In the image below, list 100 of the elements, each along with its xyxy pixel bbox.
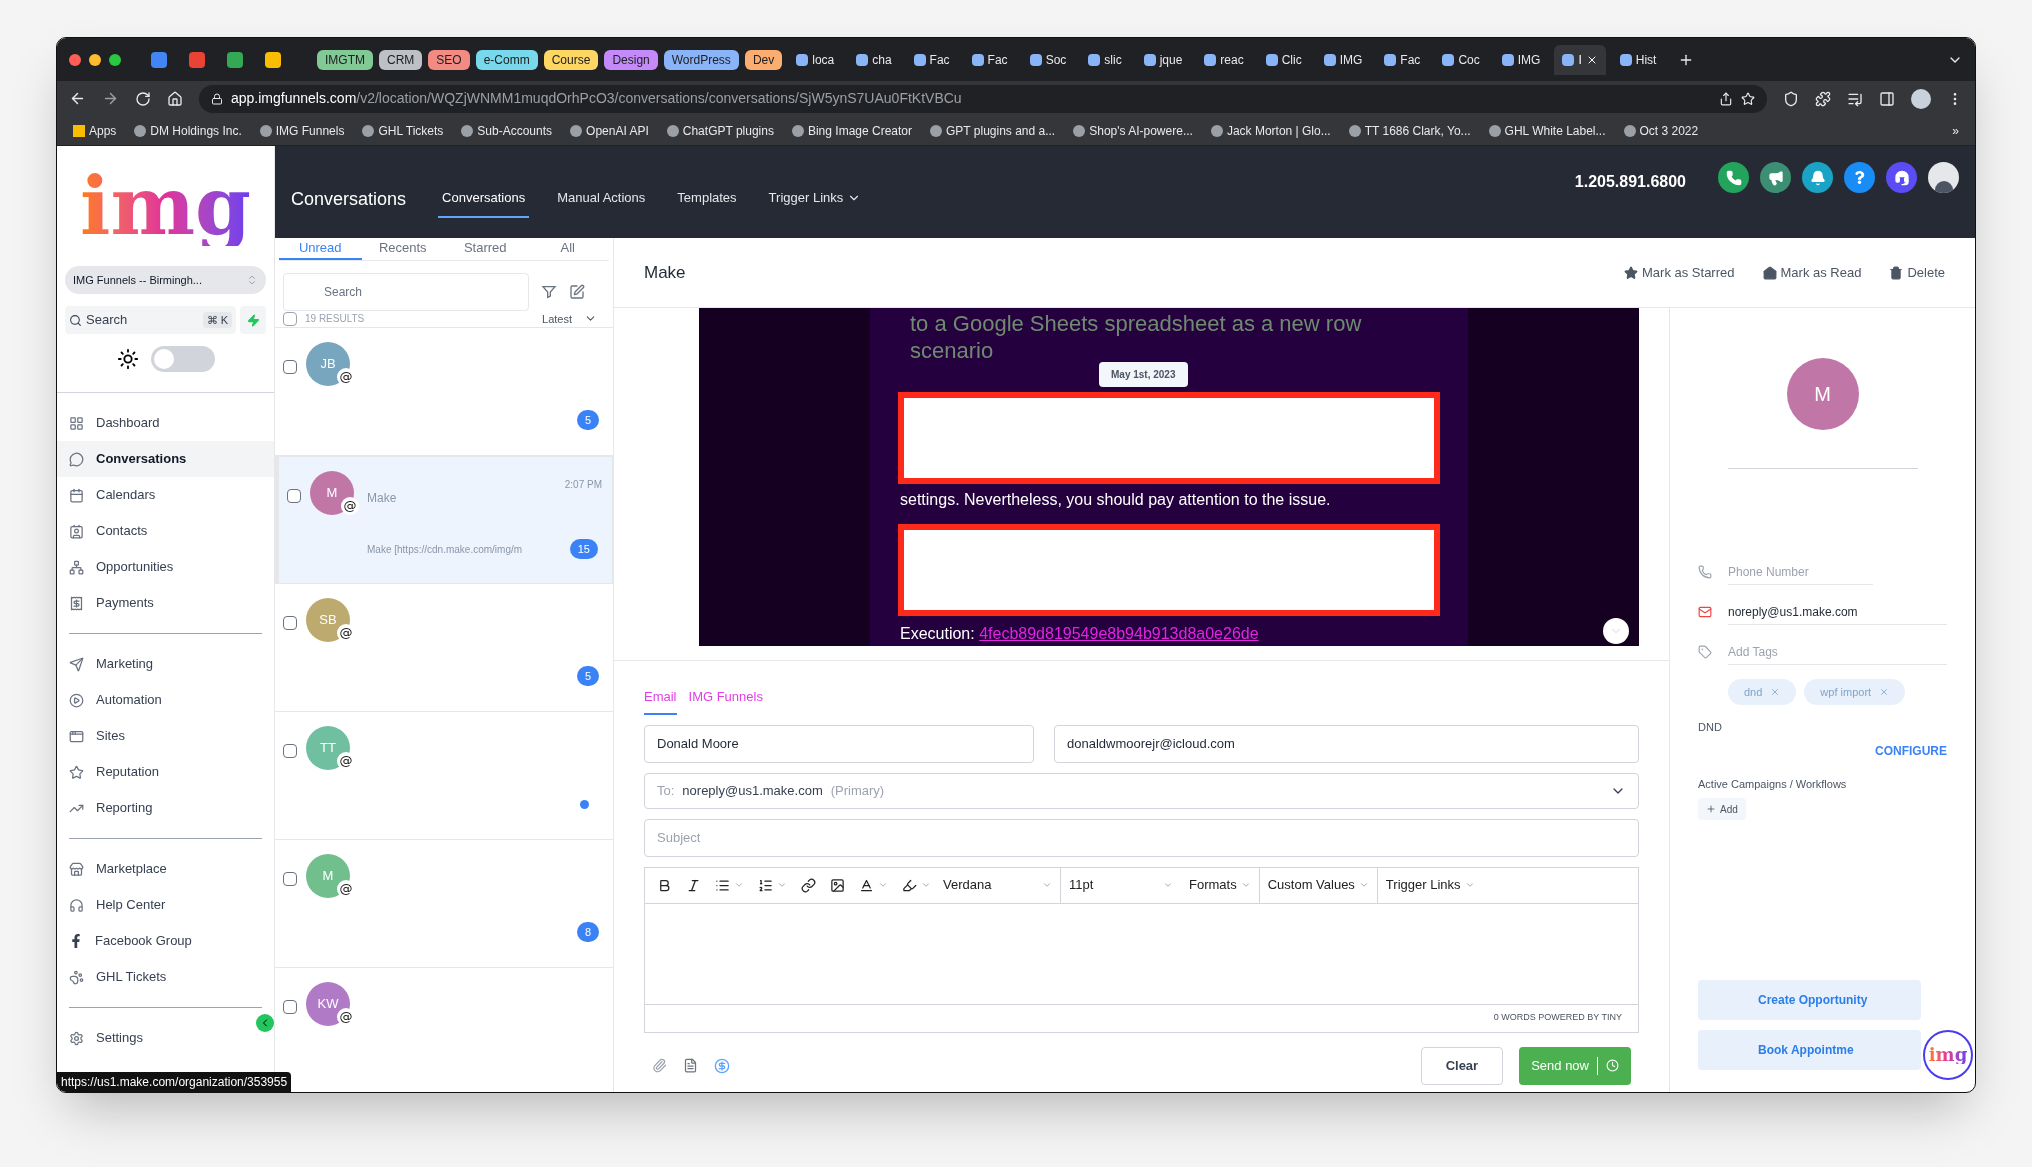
tab-group-chip[interactable]: SEO	[428, 49, 470, 70]
browser-tab[interactable]: Fac	[1376, 44, 1429, 75]
editor-menu[interactable]: Formats	[1181, 867, 1260, 903]
size-dropdown[interactable]: 11pt	[1061, 867, 1181, 903]
link-icon[interactable]	[801, 877, 816, 893]
browser-tab[interactable]: reac	[1196, 44, 1252, 75]
bullet-list-icon[interactable]	[715, 877, 730, 893]
nav-item[interactable]: GHL Tickets	[57, 959, 274, 995]
browser-tab[interactable]: jque	[1135, 44, 1191, 75]
bookmark[interactable]: Oct 3 2022	[1623, 121, 1699, 140]
paperclip-icon[interactable]	[652, 1058, 667, 1073]
header-tab[interactable]: Conversations	[438, 180, 530, 218]
checkbox[interactable]	[283, 744, 297, 758]
list-tab[interactable]: All	[526, 238, 609, 260]
font-dropdown[interactable]: Verdana	[943, 867, 1061, 903]
tab-group-chip[interactable]: Course	[543, 49, 599, 70]
browser-tab[interactable]: IMG	[1493, 44, 1549, 75]
nav-item[interactable]: Settings	[57, 1020, 274, 1056]
bookmark[interactable]: Bing Image Creator	[791, 121, 912, 140]
checkbox[interactable]	[283, 360, 297, 374]
megaphone-button[interactable]	[1760, 162, 1791, 193]
nav-item[interactable]: Reputation	[57, 754, 274, 790]
browser-tab[interactable]: Coc	[1434, 44, 1488, 75]
chat-widget-button[interactable]: img	[1923, 1030, 1973, 1080]
nav-item[interactable]: Conversations	[57, 441, 274, 477]
compose-icon[interactable]	[569, 283, 585, 300]
nav-item[interactable]: Reporting	[57, 790, 274, 826]
question-button[interactable]	[1844, 162, 1875, 193]
nav-item[interactable]: Automation	[57, 682, 274, 718]
list-tab[interactable]: Unread	[279, 238, 362, 260]
bookmark[interactable]: IMG Funnels	[259, 121, 345, 140]
sort-dropdown[interactable]: Latest	[542, 310, 597, 327]
bookmark[interactable]: Apps	[73, 121, 117, 140]
checkbox[interactable]	[283, 311, 297, 326]
italic-icon[interactable]	[686, 877, 701, 893]
home-icon[interactable]	[167, 90, 183, 107]
zoom-window-icon[interactable]	[109, 53, 121, 66]
checkbox[interactable]	[283, 872, 297, 886]
pinned-tab-icon[interactable]	[189, 51, 205, 68]
email-field[interactable]: noreply@us1.make.com	[1728, 599, 1947, 625]
bookmark[interactable]: GHL White Label...	[1488, 121, 1606, 140]
star-action[interactable]: Mark as Starred	[1624, 262, 1735, 283]
search-field[interactable]: Search	[283, 272, 529, 311]
theme-switch[interactable]	[150, 346, 215, 372]
extension-icon[interactable]	[1783, 90, 1799, 107]
delete-action[interactable]: Delete	[1889, 262, 1945, 283]
add-button[interactable]: Add	[1698, 798, 1746, 820]
browser-tab[interactable]: Fac	[963, 44, 1016, 75]
bell-button[interactable]	[1802, 162, 1833, 193]
list-tab[interactable]: Recents	[361, 238, 444, 260]
minimize-window-icon[interactable]	[89, 53, 101, 66]
checkbox[interactable]	[283, 1000, 297, 1014]
puzzle-icon[interactable]	[1815, 90, 1831, 107]
user-avatar[interactable]	[1928, 162, 1959, 193]
share-icon[interactable]	[1719, 91, 1733, 106]
editor-menu[interactable]: Custom Values	[1259, 867, 1378, 903]
headset-button[interactable]	[1886, 162, 1917, 193]
browser-tab[interactable]: Soc	[1021, 44, 1075, 75]
bookmark-star-icon[interactable]	[1741, 91, 1755, 106]
browser-tab[interactable]: I	[1554, 44, 1606, 75]
read-action[interactable]: Mark as Read	[1762, 262, 1862, 283]
bookmark[interactable]: GPT plugins and a...	[930, 121, 1056, 140]
browser-tab[interactable]: Clic	[1257, 44, 1310, 75]
dollar-icon[interactable]	[714, 1057, 730, 1074]
clear-button[interactable]: Clear	[1420, 1046, 1504, 1085]
nav-item[interactable]: Opportunities	[57, 549, 274, 585]
forward-icon[interactable]	[102, 90, 119, 107]
image-icon[interactable]	[830, 877, 845, 893]
list-tab[interactable]: Starred	[444, 238, 527, 260]
action-button[interactable]: Create Opportunity	[1698, 980, 1921, 1020]
collapse-button[interactable]	[256, 1014, 274, 1032]
from-email-field[interactable]: donaldwmoorejr@icloud.com	[1054, 724, 1639, 763]
bookmark[interactable]: Jack Morton | Glo...	[1210, 121, 1331, 140]
pinned-tab-icon[interactable]	[227, 51, 243, 68]
tab-group-chip[interactable]: Dev	[744, 49, 783, 70]
text-color-icon[interactable]	[859, 877, 874, 893]
tab-group-chip[interactable]: IMGTM	[317, 49, 373, 70]
phone-field[interactable]: Phone Number	[1728, 559, 1873, 585]
tags-field[interactable]: Add Tags	[1728, 639, 1947, 665]
tab-group-chip[interactable]: e-Comm	[475, 49, 538, 70]
nav-item[interactable]: Facebook Group	[57, 923, 274, 959]
browser-tab[interactable]: cha	[848, 44, 900, 75]
bookmark[interactable]: Shop's AI-powere...	[1073, 121, 1193, 140]
nav-item[interactable]: Contacts	[57, 513, 274, 549]
browser-tab[interactable]: IMG	[1315, 44, 1371, 75]
document-icon[interactable]	[683, 1058, 698, 1073]
reload-icon[interactable]	[135, 90, 151, 107]
browser-tab[interactable]: slic	[1080, 44, 1130, 75]
execution-link[interactable]: 4fecb89d819549e8b94b913d8a0e26de	[979, 625, 1259, 642]
bookmark[interactable]: DM Holdings Inc.	[134, 121, 242, 140]
bold-icon[interactable]	[657, 877, 672, 893]
close-window-icon[interactable]	[69, 53, 81, 66]
browser-tab[interactable]: Hist	[1611, 44, 1665, 75]
nav-item[interactable]: Marketing	[57, 646, 274, 682]
highlight-icon[interactable]	[902, 877, 917, 893]
address-bar[interactable]: app.imgfunnels.com/v2/location/WQZjWNMM1muqdOrhPcO3/conversations/conversations/SjW5ynS7UAu0FtKtVBCu	[199, 84, 1767, 113]
from-name-field[interactable]: Donald Moore	[644, 724, 1034, 763]
header-tab[interactable]: Manual Actions	[553, 180, 650, 218]
bookmark[interactable]: OpenAI API	[570, 121, 649, 140]
tab-group-chip[interactable]: CRM	[379, 49, 423, 70]
